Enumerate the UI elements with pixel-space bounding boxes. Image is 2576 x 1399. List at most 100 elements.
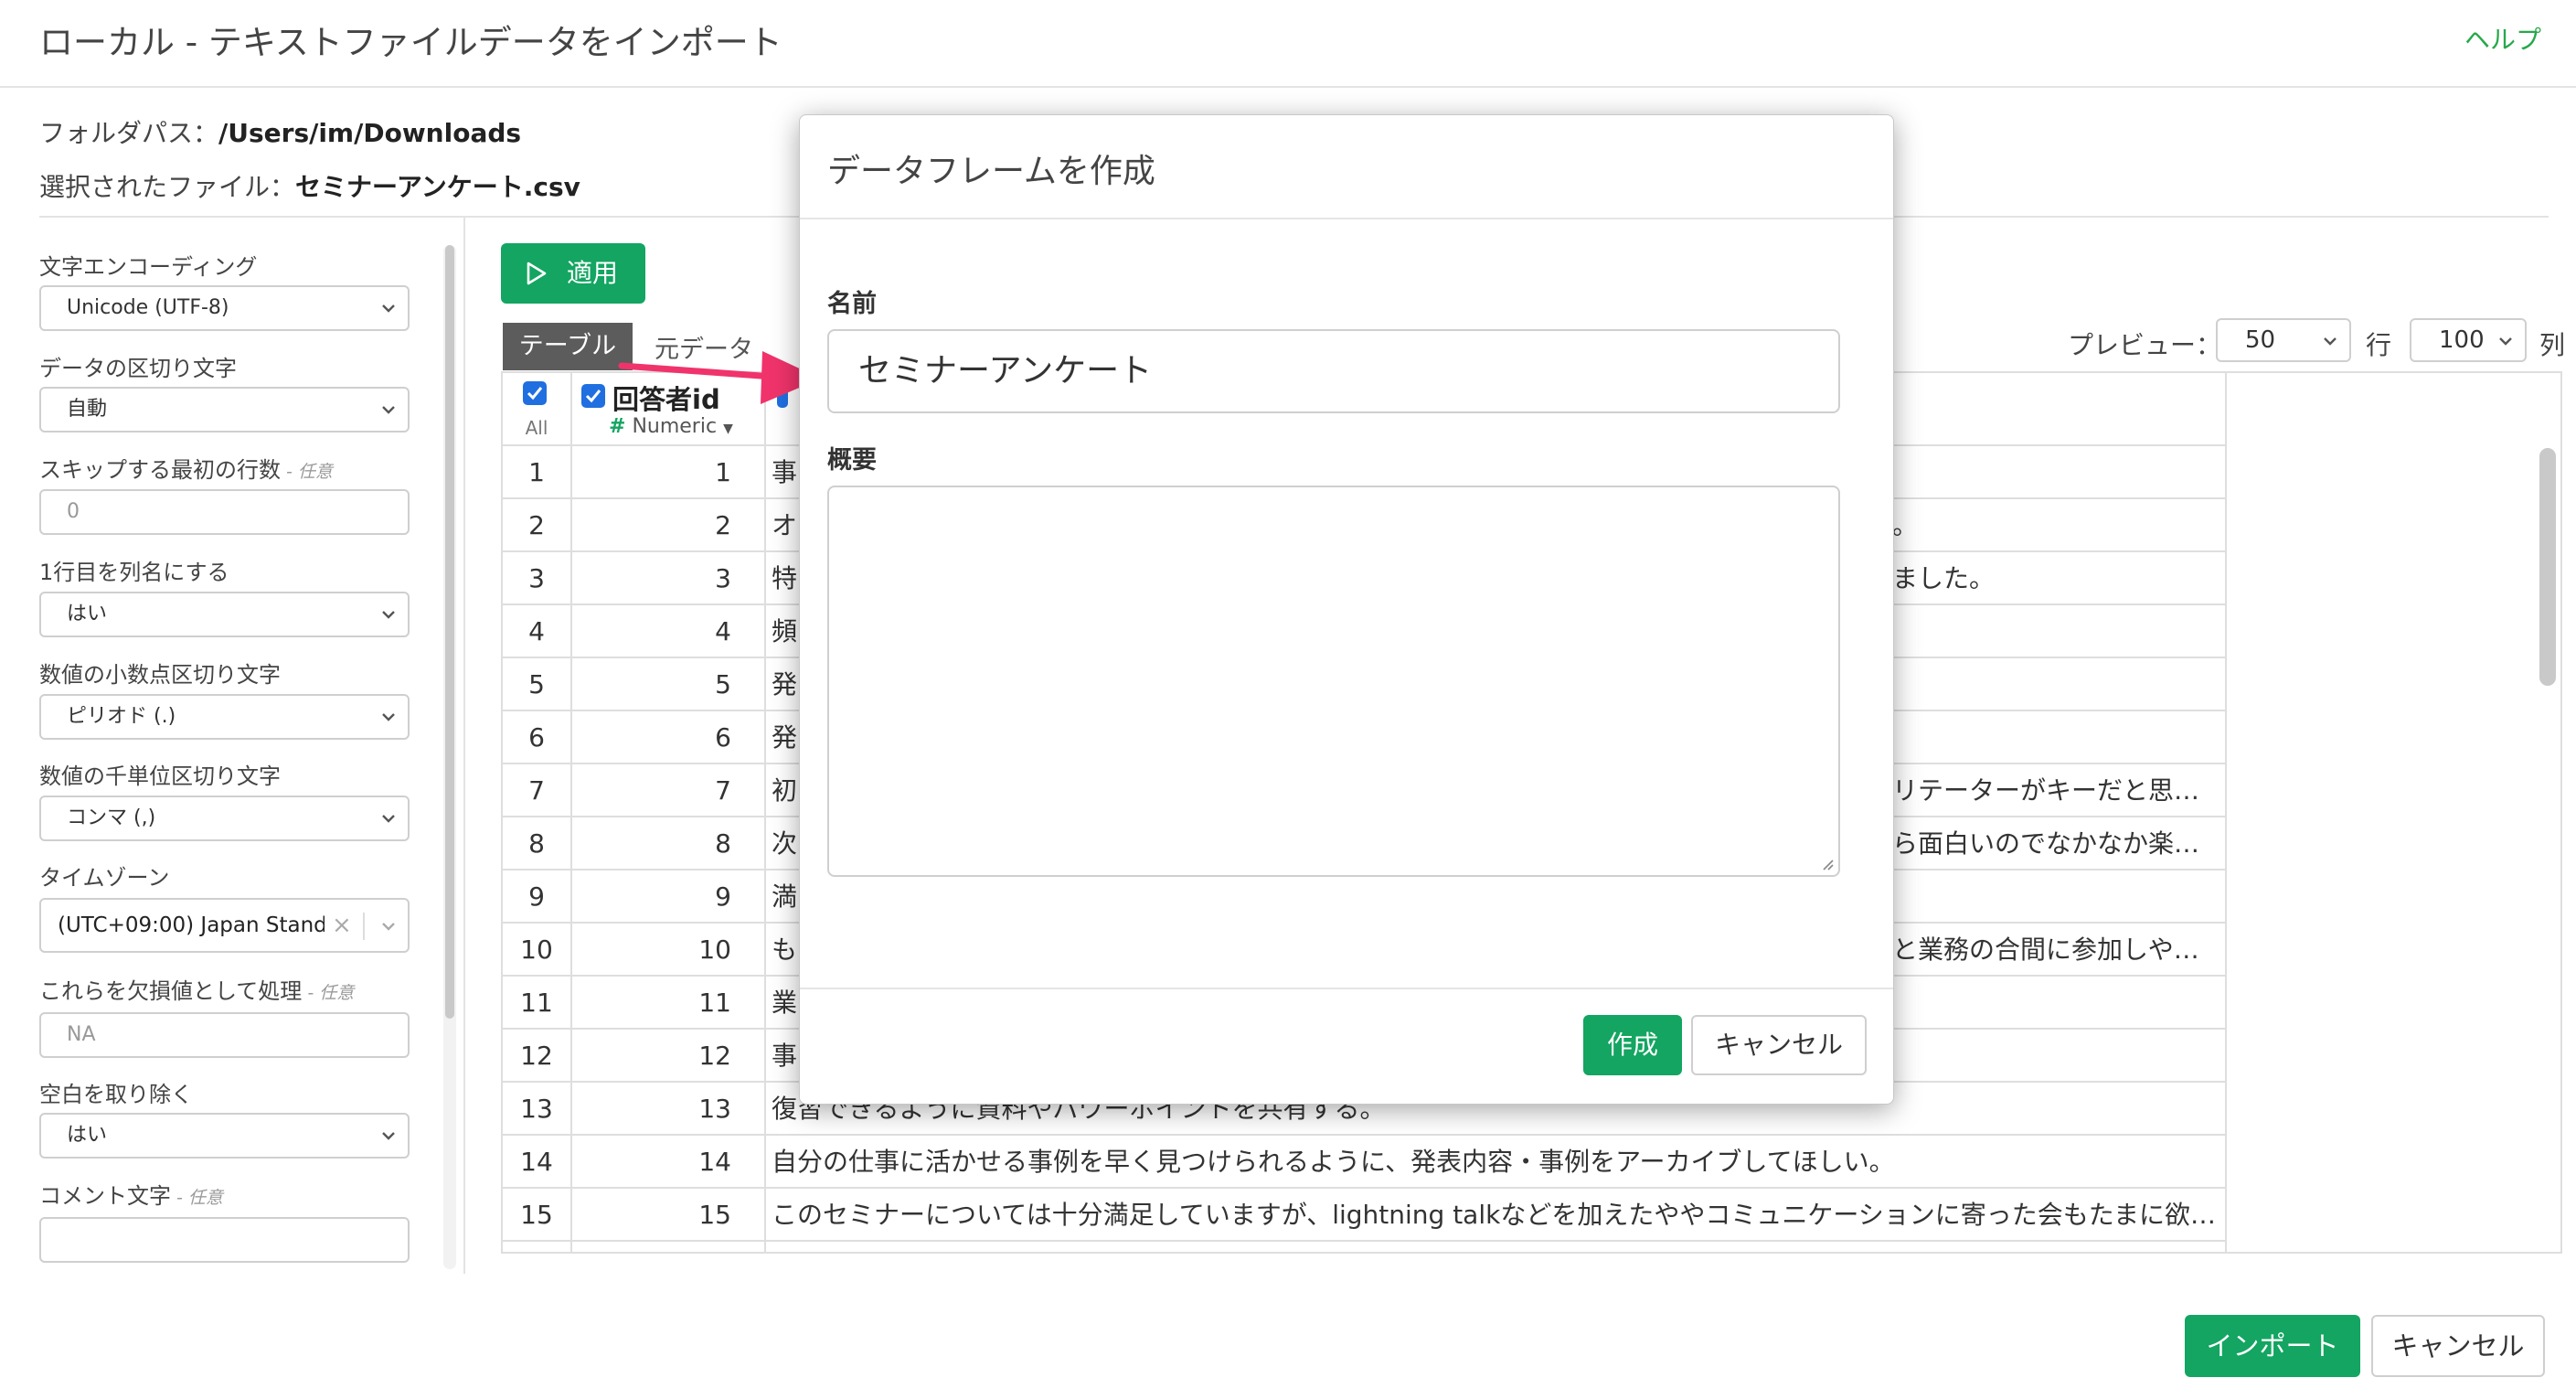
respondent-id-cell: 14 [698, 1147, 731, 1177]
chevron-down-icon [2499, 337, 2512, 346]
dialog-cancel-button[interactable]: キャンセル [1691, 1015, 1867, 1075]
answer-cell: 初 [772, 775, 798, 806]
skip-rows-placeholder: 0 [67, 500, 80, 523]
answer-cell-overflow: ました。 [1892, 563, 1996, 593]
answer-cell: も [772, 934, 798, 965]
thousands-select[interactable]: コンマ (,) [39, 796, 410, 841]
answer-cell-overflow: と業務の合間に参加しや… [1892, 934, 2199, 965]
selected-file: 選択されたファイル：セミナーアンケート.csv [39, 167, 580, 204]
answer-cell-overflow: ら面白いのでなかなか楽… [1892, 828, 2200, 859]
apply-button-label: 適用 [567, 258, 619, 288]
row-index: 11 [520, 988, 553, 1018]
row-index: 6 [528, 722, 545, 753]
decimal-select[interactable]: ピリオド (.) [39, 694, 410, 740]
trim-select[interactable]: はい [39, 1113, 410, 1159]
play-icon [527, 262, 547, 285]
delimiter-label: データの区切り文字 [39, 356, 237, 381]
apply-button[interactable]: 適用 [501, 243, 645, 304]
respondent-id-cell: 6 [715, 722, 731, 753]
table-row: 15 15 このセミナーについては十分満足していますが、lightning talk… [503, 1189, 2225, 1242]
column-checkbox[interactable] [581, 384, 605, 408]
na-label: これらを欠損値として処理 - 任意 [39, 973, 354, 1005]
name-label: 名前 [827, 290, 877, 318]
trim-select-value: はい [67, 1124, 108, 1147]
numeric-type-icon: # [609, 415, 626, 438]
row-index: 4 [528, 616, 545, 646]
comment-input[interactable] [39, 1217, 410, 1263]
na-input[interactable]: NA [39, 1012, 410, 1058]
answer-cell: 自分の仕事に活かせる事例を早く見つけられるように、発表内容・事例をアーカイブして… [772, 1147, 1895, 1177]
selected-file-label: 選択されたファイル： [39, 172, 296, 202]
chevron-down-icon [382, 406, 395, 414]
preview-cols-select[interactable]: 100 [2410, 318, 2527, 362]
settings-scrollbar-thumb[interactable] [445, 245, 454, 1019]
optional-tag: - 任意 [171, 1188, 223, 1208]
encoding-select[interactable]: Unicode (UTF-8) [39, 285, 410, 331]
respondent-id-cell: 15 [698, 1200, 731, 1230]
respondent-id-cell: 2 [715, 510, 731, 540]
answer-cell-overflow: リテーターがキーだと思… [1892, 775, 2200, 806]
column-type-label: Numeric [632, 415, 718, 438]
comment-label: コメント文字 - 任意 [39, 1178, 223, 1210]
row-index: 9 [528, 881, 545, 912]
header-row-label: 1行目を列名にする [39, 560, 229, 585]
answer-cell: 事 [772, 457, 798, 487]
respondent-id-cell: 8 [715, 828, 731, 859]
thousands-label: 数値の千単位区切り文字 [39, 764, 281, 789]
answer-cell: 事 [772, 1041, 798, 1071]
answer-cell-overflow: 。 [1892, 510, 1919, 540]
header-row-select-value: はい [67, 603, 108, 625]
preview-rows-select[interactable]: 50 [2216, 318, 2351, 362]
respondent-id-cell: 3 [715, 563, 731, 593]
column-type-dropdown[interactable]: # Numeric ▼ [609, 415, 733, 438]
description-textarea[interactable] [827, 486, 1840, 877]
answer-cell: 特 [772, 563, 798, 593]
respondent-id-cell: 7 [715, 775, 731, 806]
preview-rows-value: 50 [2245, 326, 2276, 354]
clear-icon[interactable]: × [332, 900, 352, 951]
create-button[interactable]: 作成 [1583, 1015, 1682, 1075]
help-link[interactable]: ヘルプ [2464, 20, 2541, 57]
respondent-id-cell: 13 [698, 1094, 731, 1124]
folder-path-value: /Users/im/Downloads [218, 118, 522, 148]
answer-cell: このセミナーについては十分満足していますが、lightning talkなどを加… [772, 1200, 2216, 1230]
row-index: 15 [520, 1200, 553, 1230]
header-row-select[interactable]: はい [39, 592, 410, 637]
decimal-label: 数値の小数点区切り文字 [39, 662, 281, 688]
panel-divider [463, 218, 465, 1274]
answer-cell: 頻 [772, 616, 798, 646]
select-all-checkbox[interactable] [523, 381, 547, 405]
encoding-label: 文字エンコーディング [39, 254, 258, 280]
skip-rows-input[interactable]: 0 [39, 489, 410, 535]
respondent-id-cell: 11 [698, 988, 731, 1018]
row-index: 12 [520, 1041, 553, 1071]
row-index: 13 [520, 1094, 553, 1124]
row-index: 3 [528, 563, 545, 593]
answer-cell: オ [772, 510, 798, 540]
chevron-down-icon [382, 611, 395, 619]
chevron-down-icon [382, 815, 395, 823]
cancel-button[interactable]: キャンセル [2371, 1315, 2545, 1377]
timezone-label: タイムゾーン [39, 865, 170, 891]
answer-cell: 発 [772, 669, 798, 700]
decimal-select-value: ピリオド (.) [67, 705, 176, 728]
tab-table[interactable]: テーブル [503, 323, 633, 370]
answer-cell: 満 [772, 881, 798, 912]
description-label: 概要 [827, 446, 877, 475]
table-scrollbar-thumb[interactable] [2539, 448, 2556, 686]
folder-path: フォルダパス：/Users/im/Downloads [39, 113, 521, 150]
import-button[interactable]: インポート [2185, 1315, 2360, 1377]
respondent-id-cell: 9 [715, 881, 731, 912]
preview-rows-unit: 行 [2366, 330, 2392, 360]
name-input[interactable]: セミナーアンケート [827, 329, 1840, 413]
optional-tag: - 任意 [302, 983, 355, 1003]
chevron-down-icon [382, 713, 395, 721]
respondent-id-cell: 1 [715, 457, 731, 487]
timezone-select[interactable]: (UTC+09:00) Japan Standa × [39, 898, 410, 953]
resize-handle-icon[interactable] [1820, 857, 1835, 871]
delimiter-select[interactable]: 自動 [39, 387, 410, 433]
header-divider [0, 86, 2576, 88]
skip-rows-label-text: スキップする最初の行数 [39, 457, 281, 483]
delimiter-select-value: 自動 [67, 398, 108, 421]
respondent-id-cell: 10 [698, 934, 731, 965]
